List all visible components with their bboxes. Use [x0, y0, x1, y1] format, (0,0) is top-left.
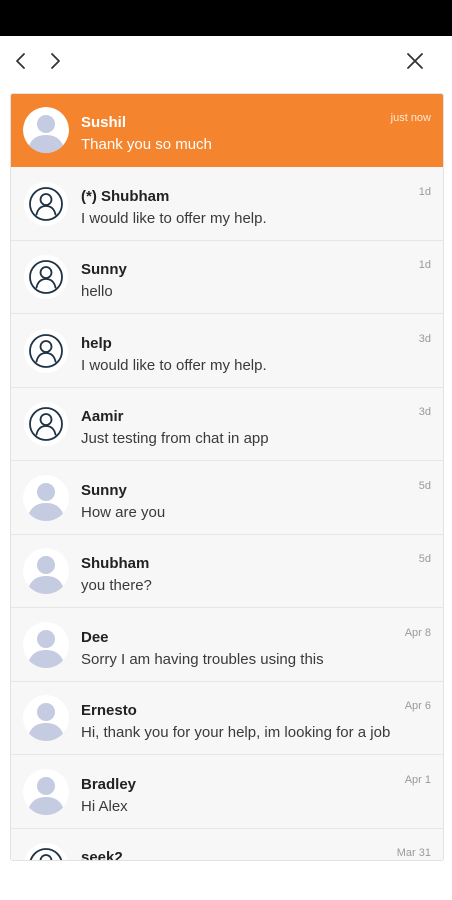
timestamp: Mar 31 — [396, 847, 431, 859]
contact-name: Sushil — [81, 114, 127, 131]
timestamp: 3d — [418, 406, 431, 418]
close-icon — [407, 53, 423, 69]
user-outline-icon — [24, 181, 68, 226]
avatar — [23, 181, 69, 227]
timestamp: Apr 1 — [404, 773, 431, 786]
timestamp: Apr 8 — [404, 626, 431, 639]
contact-name: Sunny — [81, 261, 127, 278]
person-placeholder-icon — [23, 107, 69, 153]
avatar — [23, 474, 69, 521]
avatar — [23, 401, 69, 447]
conversation-item[interactable]: Sunny hello 1d — [11, 241, 443, 314]
contact-name: Shubham — [81, 555, 150, 572]
conversation-item[interactable]: Aamir Just testing from chat in app 3d — [11, 388, 443, 461]
conversation-item[interactable]: (*) Shubham I would like to offer my help… — [11, 167, 443, 241]
last-message: I would like to offer my help. — [81, 209, 267, 227]
timestamp: 1d — [418, 185, 431, 198]
conversation-list[interactable]: Sushil Thank you so much just now (*) Shubh… — [10, 93, 444, 861]
contact-name: Dee — [81, 628, 109, 646]
conversation-item[interactable]: Sushil Thank you so much just now — [11, 94, 443, 167]
conversation-item[interactable]: Bradley Hi Alex Apr 1 — [11, 755, 443, 829]
contact-name: help — [81, 334, 112, 352]
timestamp: Apr 6 — [404, 700, 431, 712]
last-message: I would like to offer my help. — [81, 356, 267, 374]
timestamp: 3d — [418, 332, 431, 345]
last-message: Sorry I am having troubles using this — [81, 650, 324, 668]
timestamp: just now — [390, 112, 431, 124]
conversation-item[interactable]: Sunny How are you 5d — [11, 461, 443, 535]
conversation-item[interactable]: seek2 Mar 31 — [11, 829, 443, 861]
last-message: Just testing from chat in app — [81, 430, 269, 447]
avatar — [23, 768, 69, 815]
user-outline-icon — [24, 255, 68, 299]
avatar — [23, 621, 69, 668]
last-message: hello — [81, 283, 113, 300]
avatar — [23, 842, 69, 860]
chevron-left-icon — [16, 53, 25, 69]
last-message: you there? — [81, 577, 152, 594]
chevron-right-icon — [51, 53, 60, 69]
conversation-item[interactable]: Shubham you there? 5d — [11, 535, 443, 608]
avatar — [23, 107, 69, 153]
user-outline-icon — [24, 328, 68, 373]
last-message: Thank you so much — [81, 136, 212, 153]
conversation-item[interactable]: help I would like to offer my help. 3d — [11, 314, 443, 388]
contact-name: (*) Shubham — [81, 187, 170, 205]
forward-button[interactable] — [40, 46, 70, 76]
person-placeholder-icon — [23, 768, 69, 815]
timestamp: 1d — [418, 259, 431, 271]
contact-name: Sunny — [81, 481, 127, 499]
status-bar — [0, 0, 452, 36]
close-button[interactable] — [400, 46, 430, 76]
contact-name: Bradley — [81, 775, 137, 793]
top-navigation — [0, 36, 452, 86]
last-message: Hi Alex — [81, 797, 128, 815]
user-outline-icon — [24, 402, 68, 446]
conversation-item[interactable]: Dee Sorry I am having troubles using this… — [11, 608, 443, 682]
last-message: Hi, thank you for your help, im looking … — [81, 724, 391, 741]
person-placeholder-icon — [23, 474, 69, 521]
timestamp: 5d — [418, 553, 431, 565]
avatar — [23, 254, 69, 300]
back-button[interactable] — [6, 46, 36, 76]
contact-name: seek2 — [81, 849, 123, 861]
person-placeholder-icon — [23, 548, 69, 594]
timestamp: 5d — [418, 479, 431, 492]
person-placeholder-icon — [23, 621, 69, 668]
avatar — [23, 548, 69, 594]
contact-name: Aamir — [81, 408, 124, 425]
avatar — [23, 328, 69, 374]
avatar — [23, 695, 69, 741]
user-outline-icon — [24, 843, 68, 860]
last-message: How are you — [81, 503, 166, 521]
person-placeholder-icon — [23, 695, 69, 741]
conversation-item[interactable]: Ernesto Hi, thank you for your help, im l… — [11, 682, 443, 755]
contact-name: Ernesto — [81, 702, 137, 719]
